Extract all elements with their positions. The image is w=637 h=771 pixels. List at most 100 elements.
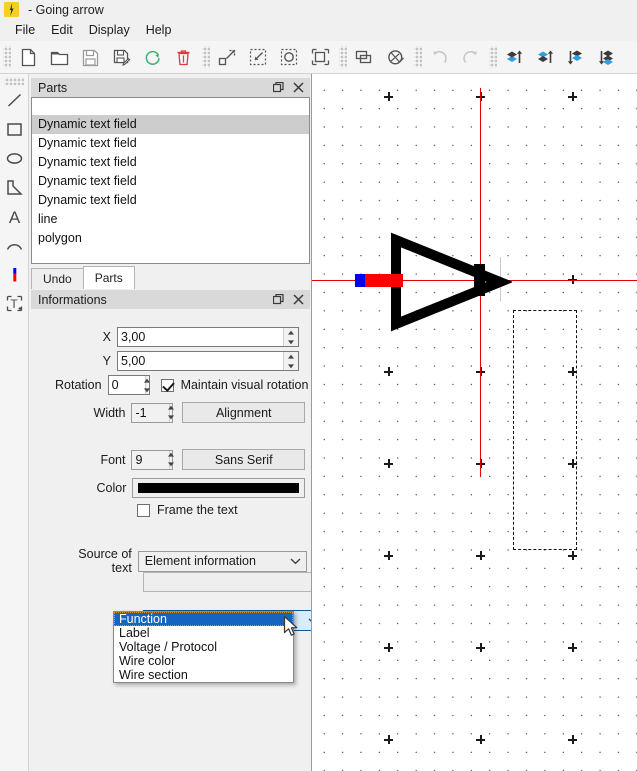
y-stepper[interactable]: [283, 352, 298, 370]
x-stepper[interactable]: [283, 328, 298, 346]
window-title: - Going arrow: [28, 3, 104, 17]
open-folder-icon[interactable]: [44, 43, 75, 72]
menu-item-file[interactable]: File: [7, 21, 43, 39]
y-label: Y: [91, 354, 111, 368]
dynamic-text-field-tool-icon[interactable]: T: [1, 290, 28, 317]
dropdown-option-voltage-protocol[interactable]: Voltage / Protocol: [114, 640, 293, 654]
zoom-fit-icon[interactable]: [274, 43, 305, 72]
color-button[interactable]: [132, 478, 305, 498]
lightning-bolt-icon: [4, 2, 19, 17]
font-family-button[interactable]: Sans Serif: [182, 449, 305, 470]
fill-color-icon[interactable]: [380, 43, 411, 72]
float-icon[interactable]: [268, 79, 288, 96]
rotation-stepper[interactable]: [145, 376, 149, 394]
toolbar-grip[interactable]: [3, 46, 11, 68]
dropdown-option-wire-color[interactable]: Wire color: [114, 654, 293, 668]
text-tool-icon[interactable]: A: [1, 203, 28, 230]
maintain-visual-rotation-label: Maintain visual rotation: [181, 378, 309, 392]
toolbar-grip-4[interactable]: [414, 46, 422, 68]
tab-parts[interactable]: Parts: [83, 266, 135, 289]
dropdown-option-label[interactable]: Label: [114, 626, 293, 640]
color-label: Color: [55, 481, 126, 495]
delete-trash-icon[interactable]: [168, 43, 199, 72]
list-item[interactable]: Dynamic text field: [32, 191, 309, 210]
width-field[interactable]: [131, 403, 173, 423]
parts-list[interactable]: Dynamic text field Dynamic text field Dy…: [31, 97, 310, 264]
save-as-icon[interactable]: [106, 43, 137, 72]
source-of-text-value: Element information: [145, 554, 286, 568]
toolbar-grip-5[interactable]: [489, 46, 497, 68]
x-field[interactable]: [117, 327, 299, 347]
polygon-tool-icon[interactable]: [1, 174, 28, 201]
grid-major-cross: [384, 92, 393, 101]
y-input[interactable]: [118, 352, 283, 370]
width-stepper[interactable]: [169, 404, 173, 422]
grid-major-cross: [384, 551, 393, 560]
frame-the-text-checkbox[interactable]: [137, 504, 150, 517]
drawing-canvas[interactable]: [311, 74, 637, 771]
float-icon[interactable]: [268, 291, 288, 308]
zoom-reset-icon[interactable]: [305, 43, 336, 72]
dropdown-option-function[interactable]: Function: [114, 612, 293, 626]
element-information-dropdown[interactable]: Function Label Voltage / Protocol Wire c…: [113, 611, 294, 683]
raise-icon[interactable]: [530, 43, 561, 72]
grid-major-cross: [476, 735, 485, 744]
reload-icon[interactable]: [137, 43, 168, 72]
font-size-field[interactable]: [131, 450, 173, 470]
source-of-text-combobox[interactable]: Element information: [138, 551, 307, 572]
free-text-input[interactable]: [143, 572, 325, 592]
close-icon[interactable]: [288, 291, 308, 308]
main-toolbar: [0, 41, 637, 74]
canvas-grid[interactable]: [312, 74, 637, 771]
dropdown-option-wire-section[interactable]: Wire section: [114, 668, 293, 682]
maintain-visual-rotation-checkbox[interactable]: [161, 379, 174, 392]
ellipse-tool-icon[interactable]: [1, 145, 28, 172]
list-item[interactable]: Dynamic text field: [32, 134, 309, 153]
arc-tool-icon[interactable]: [1, 232, 28, 259]
grid-major-cross: [384, 459, 393, 468]
rotation-label: Rotation: [55, 378, 102, 392]
list-item[interactable]: line: [32, 210, 309, 229]
grid-major-cross: [568, 735, 577, 744]
informations-panel-header: Informations: [31, 290, 310, 309]
list-item[interactable]: Dynamic text field: [32, 115, 309, 134]
redo-icon[interactable]: [455, 43, 486, 72]
x-input[interactable]: [118, 328, 283, 346]
toolbar-grip-3[interactable]: [339, 46, 347, 68]
line-tool-icon[interactable]: [1, 87, 28, 114]
lower-icon[interactable]: [561, 43, 592, 72]
tab-undo[interactable]: Undo: [31, 268, 84, 289]
menu-item-display[interactable]: Display: [81, 21, 138, 39]
rotation-field[interactable]: [108, 375, 150, 395]
rotation-input[interactable]: [109, 376, 145, 394]
left-toolbar-grip[interactable]: [4, 77, 24, 85]
y-field[interactable]: [117, 351, 299, 371]
svg-text:T: T: [10, 297, 18, 311]
save-icon[interactable]: [75, 43, 106, 72]
terminal-tool-icon[interactable]: [1, 261, 28, 288]
zoom-out-icon[interactable]: [243, 43, 274, 72]
send-to-back-icon[interactable]: [592, 43, 623, 72]
width-label: Width: [55, 406, 125, 420]
alignment-button[interactable]: Alignment: [182, 402, 305, 423]
undo-icon[interactable]: [424, 43, 455, 72]
width-input[interactable]: [132, 404, 168, 422]
zoom-in-icon[interactable]: [212, 43, 243, 72]
terminal-blue-part[interactable]: [355, 274, 365, 287]
comment-icon[interactable]: [349, 43, 380, 72]
menu-item-edit[interactable]: Edit: [43, 21, 81, 39]
list-item[interactable]: [32, 98, 309, 115]
close-icon[interactable]: [288, 79, 308, 96]
menu-item-help[interactable]: Help: [138, 21, 180, 39]
list-item[interactable]: polygon: [32, 229, 309, 248]
bring-to-front-icon[interactable]: [499, 43, 530, 72]
rectangle-tool-icon[interactable]: [1, 116, 28, 143]
list-item[interactable]: Dynamic text field: [32, 172, 309, 191]
title-bar: - Going arrow: [0, 0, 637, 19]
font-size-stepper[interactable]: [169, 451, 173, 469]
list-item[interactable]: Dynamic text field: [32, 153, 309, 172]
new-document-icon[interactable]: [13, 43, 44, 72]
font-size-input[interactable]: [132, 451, 168, 469]
toolbar-grip-2[interactable]: [202, 46, 210, 68]
dynamic-text-field-bounds[interactable]: [513, 310, 577, 550]
